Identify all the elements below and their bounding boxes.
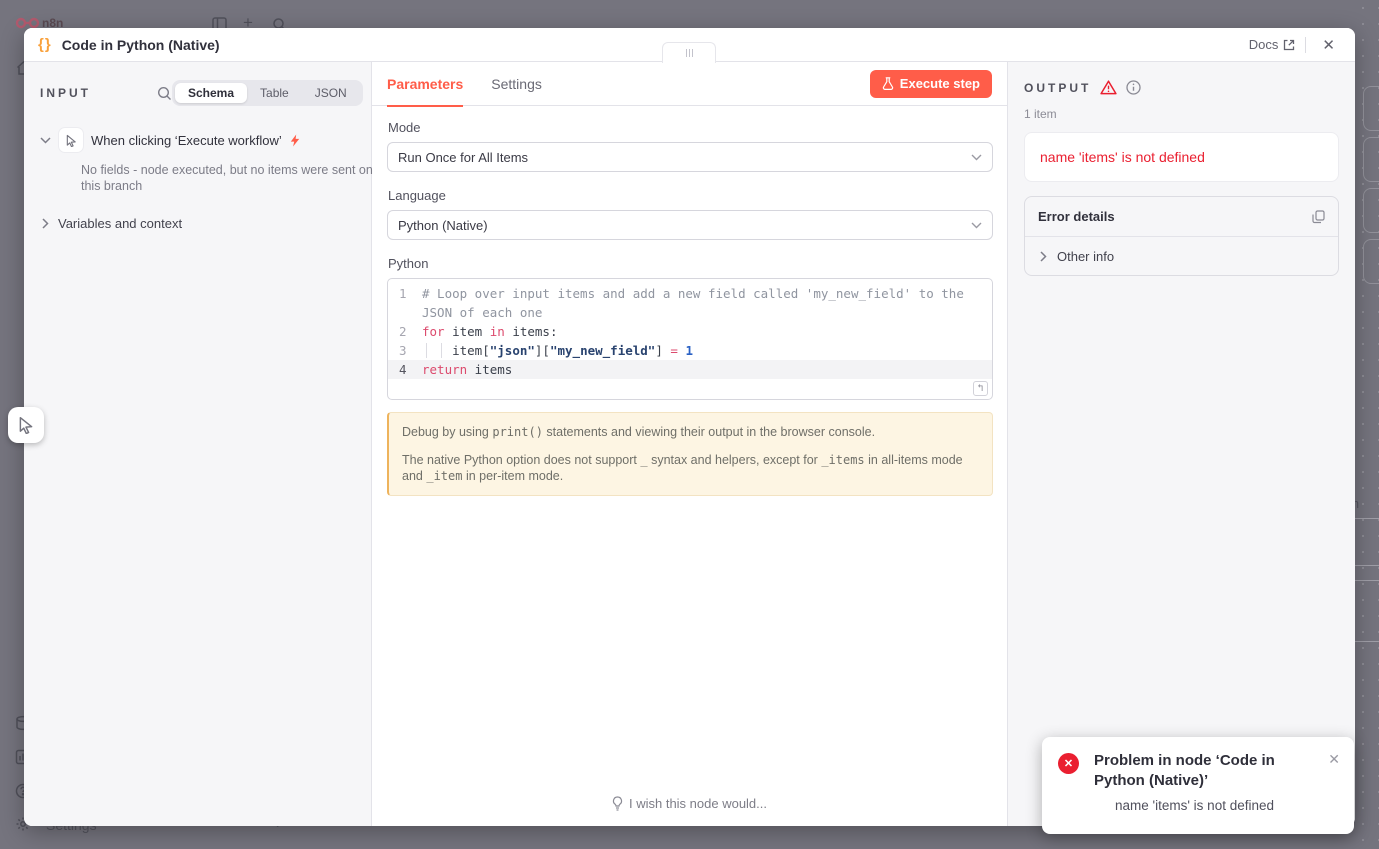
language-value: Python (Native) <box>398 218 488 233</box>
parameters-panel: Parameters Settings Execute step Mode Ru… <box>372 62 1007 826</box>
docs-link[interactable]: Docs <box>1249 37 1296 52</box>
language-select[interactable]: Python (Native) <box>387 210 993 240</box>
external-link-icon <box>1283 39 1295 51</box>
language-label: Language <box>388 188 993 203</box>
execute-step-label: Execute step <box>900 76 980 91</box>
tab-schema[interactable]: Schema <box>175 83 247 103</box>
feature-request-link[interactable]: I wish this node would... <box>372 780 1007 826</box>
python-native-notice: Debug by using print() statements and vi… <box>387 412 993 496</box>
toast-message: name 'items' is not defined <box>1115 798 1340 813</box>
error-message: name 'items' is not defined <box>1040 149 1323 165</box>
mode-label: Mode <box>388 120 993 135</box>
code-line[interactable]: 3 item["json"]["my_new_field"] = 1 <box>388 341 992 360</box>
execute-step-button[interactable]: Execute step <box>870 70 992 98</box>
manual-trigger-node-icon <box>59 128 83 152</box>
lightbulb-icon <box>612 796 623 811</box>
code-line[interactable]: 4return items <box>388 360 992 379</box>
chevron-right-icon <box>1040 251 1047 262</box>
header-divider <box>1305 37 1306 53</box>
tab-json[interactable]: JSON <box>302 83 360 103</box>
info-icon[interactable] <box>1126 80 1141 95</box>
chevron-down-icon[interactable] <box>40 137 51 144</box>
trigger-bolt-icon <box>290 134 301 147</box>
input-panel-title: INPUT <box>40 86 91 100</box>
cursor-icon <box>17 416 35 434</box>
error-toast[interactable]: ✕ Problem in node ‘Code in Python (Nativ… <box>1042 737 1354 834</box>
other-info-row[interactable]: Other info <box>1025 237 1338 275</box>
editor-indent-icon[interactable]: ↰ <box>973 381 988 396</box>
chevron-down-icon <box>971 154 982 161</box>
search-icon[interactable] <box>157 86 172 101</box>
input-view-switch: Schema Table JSON <box>172 80 363 106</box>
canvas-control <box>1363 188 1379 233</box>
copy-icon[interactable] <box>1312 210 1325 224</box>
node-details-view: {} Code in Python (Native) Docs ✕ INPUT <box>24 28 1355 826</box>
error-details-title: Error details <box>1038 209 1115 224</box>
error-details-card: Error details Other info <box>1024 196 1339 276</box>
output-panel-title: OUTPUT <box>1024 81 1091 95</box>
variables-and-context-row[interactable]: Variables and context <box>40 216 355 231</box>
toast-close-icon[interactable]: ✕ <box>1328 751 1340 791</box>
mapping-cursor-button[interactable] <box>8 407 44 443</box>
code-editor[interactable]: 1# Loop over input items and add a new f… <box>387 278 993 400</box>
input-source-node-row[interactable]: When clicking ‘Execute workflow’ <box>40 128 355 152</box>
app-stage: n8n + Settings › ⌄ em {} Code in Python … <box>0 0 1379 849</box>
input-empty-message: No fields - node executed, but no items … <box>81 162 373 194</box>
tab-settings[interactable]: Settings <box>491 62 542 106</box>
code-line[interactable]: 1# Loop over input items and add a new f… <box>388 284 992 322</box>
error-message-card: name 'items' is not defined <box>1024 132 1339 182</box>
source-node-label: When clicking ‘Execute workflow’ <box>91 133 282 148</box>
chevron-down-icon <box>971 222 982 229</box>
panel-drag-handle[interactable] <box>662 42 716 63</box>
code-line[interactable]: 2for item in items: <box>388 322 992 341</box>
variables-label: Variables and context <box>58 216 182 231</box>
canvas-control <box>1363 86 1379 131</box>
mode-value: Run Once for All Items <box>398 150 528 165</box>
code-node-icon: {} <box>38 36 52 53</box>
python-code-label: Python <box>388 256 993 271</box>
close-icon[interactable]: ✕ <box>1316 34 1341 56</box>
tab-table[interactable]: Table <box>247 83 302 103</box>
output-panel: OUTPUT 1 item name 'items' is not define… <box>1007 62 1355 826</box>
chevron-right-icon[interactable] <box>42 218 49 229</box>
canvas-control <box>1363 137 1379 182</box>
canvas-control <box>1363 239 1379 284</box>
mode-select[interactable]: Run Once for All Items <box>387 142 993 172</box>
toast-title: Problem in node ‘Code in Python (Native)… <box>1094 751 1294 791</box>
tab-parameters[interactable]: Parameters <box>387 62 463 106</box>
node-title[interactable]: Code in Python (Native) <box>62 37 220 53</box>
docs-label: Docs <box>1249 37 1279 52</box>
feature-request-label: I wish this node would... <box>629 796 767 811</box>
input-panel: INPUT Schema Table JSON <box>24 62 372 826</box>
flask-icon <box>882 77 894 90</box>
error-circle-icon: ✕ <box>1058 753 1079 774</box>
output-items-count: 1 item <box>1024 107 1339 121</box>
error-warning-icon <box>1100 80 1117 95</box>
other-info-label: Other info <box>1057 249 1114 264</box>
